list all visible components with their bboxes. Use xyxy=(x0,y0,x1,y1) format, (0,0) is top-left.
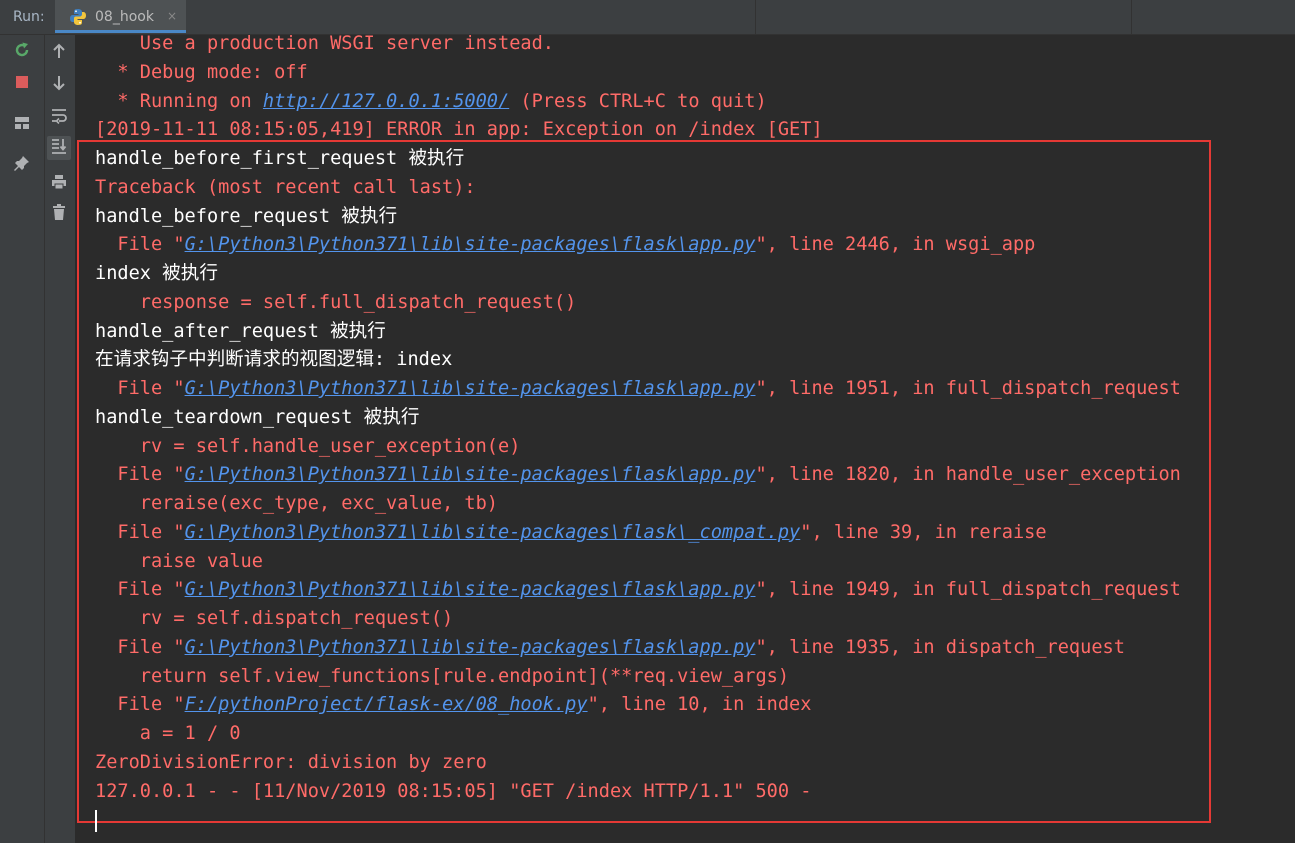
console-line: * Running on http://127.0.0.1:5000/ (Pre… xyxy=(95,90,767,113)
console-line: [2019-11-11 08:15:05,419] ERROR in app: … xyxy=(95,119,823,141)
run-label: Run: xyxy=(13,9,45,25)
down-arrow-icon xyxy=(51,75,67,95)
print-button[interactable] xyxy=(47,172,71,196)
stop-icon xyxy=(14,74,30,94)
console-text: [2019-11-11 08:15:05,419] ERROR in app: … xyxy=(95,119,823,141)
console-text: Use a production WSGI server instead. xyxy=(95,33,554,54)
run-toolbar-secondary xyxy=(45,35,75,843)
rerun-icon xyxy=(13,41,31,63)
up-button[interactable] xyxy=(47,41,71,65)
clear-all-button[interactable] xyxy=(47,202,71,226)
stop-button[interactable] xyxy=(10,72,34,96)
pin-icon xyxy=(13,154,31,176)
layout-icon xyxy=(13,114,31,136)
header-divider xyxy=(1131,0,1132,34)
layout-button[interactable] xyxy=(10,113,34,137)
run-tool-window-header: Run: 08_hook × xyxy=(0,0,1295,35)
run-toolbar-primary xyxy=(0,35,45,843)
rerun-button[interactable] xyxy=(10,40,34,64)
print-icon xyxy=(50,173,68,195)
tab-label: 08_hook xyxy=(95,9,154,25)
tab-08-hook[interactable]: 08_hook × xyxy=(55,0,186,33)
file-link[interactable]: http://127.0.0.1:5000/ xyxy=(263,91,509,112)
soft-wrap-icon xyxy=(50,106,68,128)
trash-icon xyxy=(50,203,68,225)
pin-tab-button[interactable] xyxy=(10,153,34,177)
soft-wrap-button[interactable] xyxy=(47,105,71,129)
python-icon xyxy=(69,8,87,26)
console-text: * Running on xyxy=(95,90,263,112)
up-arrow-icon xyxy=(51,43,67,63)
console-line: * Debug mode: off xyxy=(95,61,308,84)
down-button[interactable] xyxy=(47,73,71,97)
console-text: (Press CTRL+C to quit) xyxy=(509,90,767,112)
text-cursor xyxy=(95,810,97,832)
close-icon[interactable]: × xyxy=(167,9,177,23)
console-line: Use a production WSGI server instead. xyxy=(95,33,554,55)
scroll-to-end-button[interactable] xyxy=(47,136,71,160)
header-divider xyxy=(755,0,756,34)
highlight-box xyxy=(77,140,1211,823)
scroll-to-end-icon xyxy=(50,137,68,159)
console-text: * Debug mode: off xyxy=(95,61,308,83)
